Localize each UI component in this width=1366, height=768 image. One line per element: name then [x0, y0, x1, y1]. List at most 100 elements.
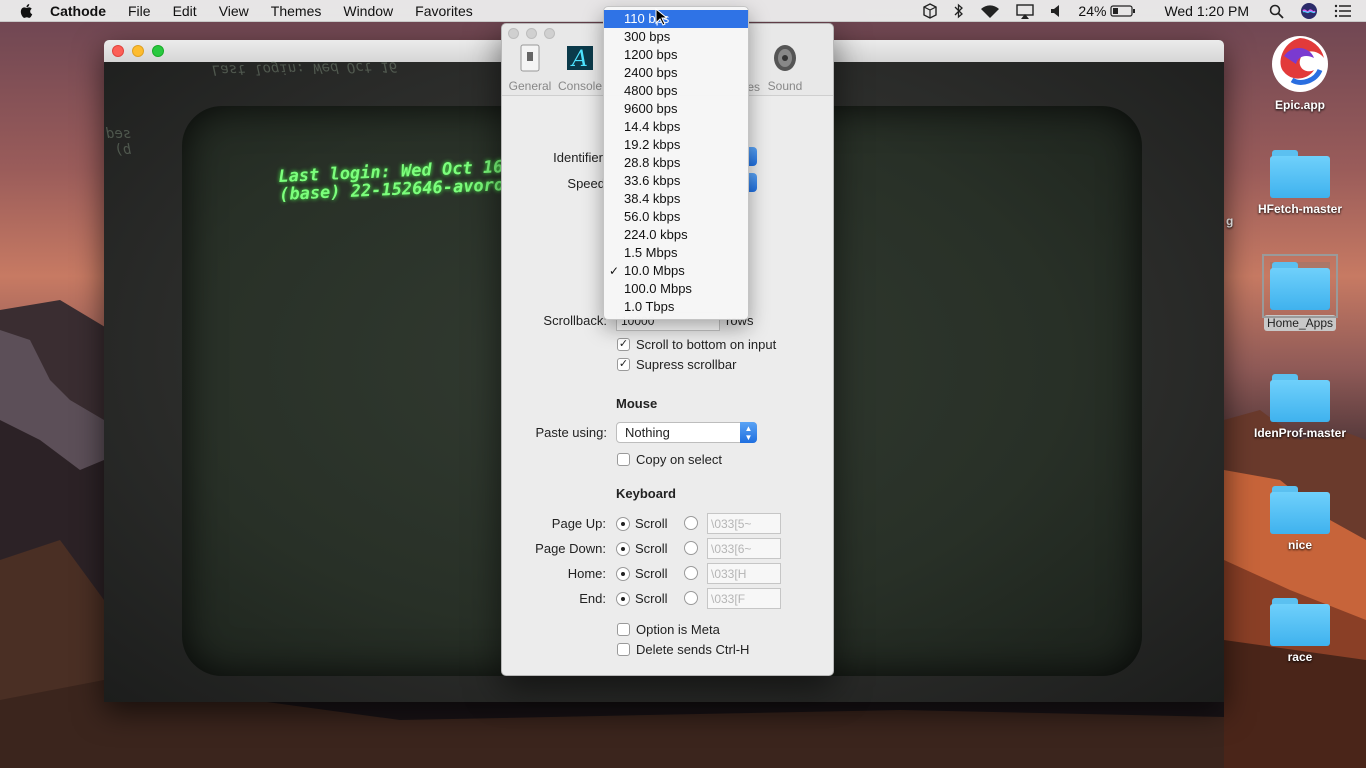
volume-icon[interactable] — [1050, 4, 1062, 18]
speed-option-label: 100.0 Mbps — [624, 281, 692, 296]
page-up-scroll-label: Scroll — [635, 516, 668, 531]
radio-circle — [616, 516, 630, 531]
tab-sound-label: Sound — [767, 79, 803, 93]
page-up-scroll-radio[interactable]: Scroll — [616, 516, 668, 531]
speed-option[interactable]: 300 bps — [604, 28, 748, 46]
desktop-icon-label: race — [1287, 650, 1313, 664]
menu-edit[interactable]: Edit — [173, 3, 197, 19]
apple-icon[interactable] — [18, 2, 36, 20]
speed-option[interactable]: 1.0 Tbps — [604, 298, 748, 316]
speed-option[interactable]: 38.4 kbps — [604, 190, 748, 208]
popup-arrows-icon: ▲ ▼ — [740, 422, 757, 443]
speed-option-label: 28.8 kbps — [624, 155, 681, 170]
desktop-icon-home-apps[interactable]: Home_Apps — [1252, 254, 1348, 331]
desktop-icon-idenprof-master[interactable]: IdenProf-master — [1252, 374, 1348, 440]
prefs-minimize-button[interactable] — [526, 28, 537, 39]
speed-option-label: 14.4 kbps — [624, 119, 681, 134]
prefs-zoom-button[interactable] — [544, 28, 555, 39]
battery-icon[interactable] — [1110, 5, 1136, 17]
end-sequence-field[interactable]: \033[F — [707, 588, 781, 609]
end-sequence-radio[interactable] — [684, 591, 703, 605]
supress-scrollbar-checkbox[interactable]: ✓ Supress scrollbar — [617, 357, 736, 372]
desktop-icon-race[interactable]: race — [1252, 598, 1348, 664]
page-down-scroll-radio[interactable]: Scroll — [616, 541, 668, 556]
desktop-icon-hfetch-master[interactable]: HFetch-master — [1252, 150, 1348, 216]
home-scroll-radio[interactable]: Scroll — [616, 566, 668, 581]
option-is-meta-label: Option is Meta — [636, 622, 720, 637]
speed-option[interactable]: 1.5 Mbps — [604, 244, 748, 262]
speed-option[interactable]: 14.4 kbps — [604, 118, 748, 136]
desktop-icon-label: Epic.app — [1274, 98, 1325, 112]
option-is-meta-checkbox[interactable]: Option is Meta — [617, 622, 720, 637]
tab-sound[interactable]: Sound — [755, 44, 815, 93]
end-scroll-radio[interactable]: Scroll — [616, 591, 668, 606]
speed-option[interactable]: 28.8 kbps — [604, 154, 748, 172]
menu-app-name[interactable]: Cathode — [50, 3, 106, 19]
paste-using-popup[interactable]: Nothing ▲ ▼ — [616, 422, 757, 443]
terminal-reflection-top: Last login: Wed Oct 16 — [211, 58, 398, 78]
speed-option[interactable]: 110 bps — [604, 10, 748, 28]
console-icon: A — [567, 46, 593, 72]
speed-option[interactable]: 100.0 Mbps — [604, 280, 748, 298]
delete-sends-ctrl-h-checkbox[interactable]: Delete sends Ctrl-H — [617, 642, 749, 657]
tab-console[interactable]: A Console — [550, 44, 610, 93]
desktop-partial-label: g — [1226, 214, 1234, 228]
menu-view[interactable]: View — [219, 3, 249, 19]
scrollback-label: Scrollback: — [543, 313, 607, 328]
speed-option[interactable]: 33.6 kbps — [604, 172, 748, 190]
page-down-sequence-radio[interactable] — [684, 541, 703, 555]
delete-sends-ctrl-h-label: Delete sends Ctrl-H — [636, 642, 750, 657]
page-down-sequence-field[interactable]: \033[6~ — [707, 538, 781, 559]
speed-dropdown-menu[interactable]: 110 bps 300 bps 1200 bps 2400 bps 4800 b… — [603, 6, 749, 320]
bluetooth-icon[interactable] — [954, 3, 964, 19]
supress-scrollbar-label: Supress scrollbar — [636, 357, 737, 372]
prefs-close-button[interactable] — [508, 28, 519, 39]
speed-option-label: 9600 bps — [624, 101, 678, 116]
menu-window[interactable]: Window — [343, 3, 393, 19]
wifi-icon[interactable] — [980, 4, 1000, 19]
page-up-sequence-radio[interactable] — [684, 516, 703, 530]
keyboard-section-header: Keyboard — [616, 486, 676, 501]
menu-file[interactable]: File — [128, 3, 151, 19]
page-up-sequence-field[interactable]: \033[5~ — [707, 513, 781, 534]
speed-option[interactable]: 224.0 kbps — [604, 226, 748, 244]
menu-themes[interactable]: Themes — [271, 3, 322, 19]
clock[interactable]: Wed 1:20 PM — [1164, 3, 1249, 19]
speed-option[interactable]: 1200 bps — [604, 46, 748, 64]
package-icon[interactable] — [922, 3, 938, 19]
speed-option[interactable]: 4800 bps — [604, 82, 748, 100]
close-button[interactable] — [112, 45, 124, 57]
speed-option[interactable]: 2400 bps — [604, 64, 748, 82]
checkbox-box: ✓ — [617, 358, 630, 371]
paste-using-label: Paste using: — [535, 425, 607, 440]
folder-icon — [1262, 254, 1338, 318]
speed-option[interactable]: 56.0 kbps — [604, 208, 748, 226]
scroll-to-bottom-label: Scroll to bottom on input — [636, 337, 777, 352]
notification-center-icon[interactable] — [1334, 4, 1352, 18]
siri-icon[interactable] — [1300, 2, 1318, 20]
speed-option-label: 1.0 Tbps — [624, 299, 675, 314]
spotlight-search-icon[interactable] — [1269, 4, 1284, 19]
speed-option-label: 4800 bps — [624, 83, 678, 98]
home-sequence-radio[interactable] — [684, 566, 703, 580]
speed-option[interactable]: 19.2 kbps — [604, 136, 748, 154]
speed-option-selected[interactable]: ✓ 10.0 Mbps — [604, 262, 748, 280]
airplay-icon[interactable] — [1016, 3, 1035, 19]
radio-circle — [616, 591, 630, 606]
zoom-button[interactable] — [152, 45, 164, 57]
folder-icon — [1270, 598, 1330, 646]
copy-on-select-checkbox[interactable]: Copy on select — [617, 452, 722, 467]
checkbox-box — [617, 453, 630, 466]
desktop-icon-nice[interactable]: nice — [1252, 486, 1348, 552]
home-sequence-field[interactable]: \033[H — [707, 563, 781, 584]
mouse-section-header: Mouse — [616, 396, 658, 411]
speaker-icon — [774, 45, 796, 71]
speed-label: Speed — [567, 176, 605, 191]
desktop-icon-epic-app[interactable]: Epic.app — [1252, 34, 1348, 112]
folder-icon — [1270, 150, 1330, 198]
speed-option[interactable]: 9600 bps — [604, 100, 748, 118]
scroll-to-bottom-checkbox[interactable]: ✓ Scroll to bottom on input — [617, 337, 776, 352]
minimize-button[interactable] — [132, 45, 144, 57]
speed-option-label: 10.0 Mbps — [624, 263, 685, 278]
menu-favorites[interactable]: Favorites — [415, 3, 473, 19]
